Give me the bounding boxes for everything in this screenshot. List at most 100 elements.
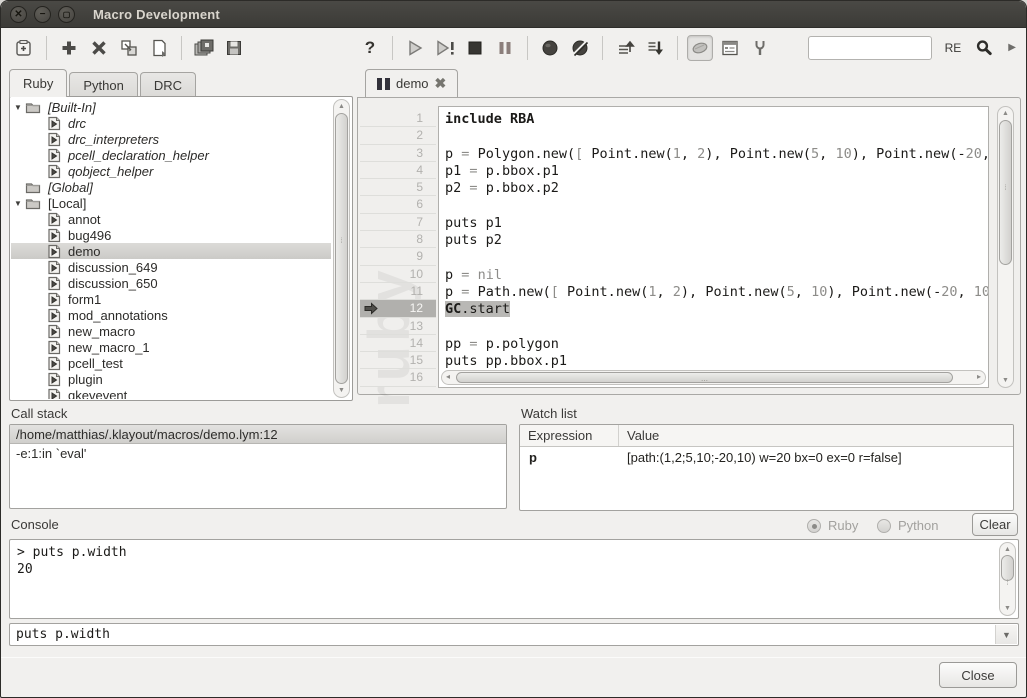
scroll-up-arrow-icon[interactable]: ▲ — [334, 103, 349, 110]
set-breakpoint-button[interactable] — [537, 35, 563, 61]
watch-row[interactable]: p[path:(1,2;5,10;-20,10) w=20 bx=0 ex=0 … — [520, 447, 1013, 468]
editor-gutter[interactable]: 12345678910111213141516 — [360, 110, 436, 387]
tab-ruby[interactable]: Ruby — [9, 69, 67, 97]
import-macro-button[interactable] — [146, 35, 172, 61]
tree-item-discussion_650[interactable]: discussion_650 — [11, 275, 331, 291]
minimize-window-button[interactable]: − — [34, 6, 51, 23]
tree-item-demo[interactable]: demo — [11, 243, 331, 259]
tree-item-annot[interactable]: annot — [11, 211, 331, 227]
properties-button[interactable] — [717, 35, 743, 61]
gutter-line-15[interactable]: 15 — [360, 352, 436, 369]
call-stack-frame[interactable]: -e:1:in `eval' — [10, 444, 506, 463]
close-tab-icon[interactable]: ✖ — [435, 75, 447, 92]
console-output[interactable]: > puts p.width20 ▲ ⁞ ▼ — [9, 539, 1019, 619]
console-input[interactable] — [16, 624, 990, 645]
gutter-line-8[interactable]: 8 — [360, 231, 436, 248]
console-history-dropdown[interactable]: ▼ — [995, 625, 1017, 644]
tree-item-new_macro_1[interactable]: new_macro_1 — [11, 339, 331, 355]
watch-list-table[interactable]: Expression Value p[path:(1,2;5,10;-20,10… — [519, 424, 1014, 511]
watch-column-value: Value — [619, 428, 659, 443]
expander-icon[interactable]: ▼ — [11, 103, 25, 112]
gutter-line-10[interactable]: 10 — [360, 266, 436, 283]
gutter-line-3[interactable]: 3 — [360, 145, 436, 162]
tab-drc[interactable]: DRC — [140, 72, 196, 97]
gutter-line-1[interactable]: 1 — [360, 110, 436, 127]
run-script-from-current-icon — [434, 38, 456, 58]
code-editor: ruby 12345678910111213141516 include RBA… — [357, 97, 1021, 395]
folder-icon — [25, 196, 41, 210]
clear-console-button[interactable]: Clear — [972, 513, 1018, 536]
gutter-line-7[interactable]: 7 — [360, 214, 436, 231]
stop-script-button[interactable] — [462, 35, 488, 61]
gutter-line-2[interactable]: 2 — [360, 127, 436, 144]
editor-horizontal-scrollbar[interactable]: ◂ ⋯ ▸ — [441, 370, 986, 385]
tree-item-bug496[interactable]: bug496 — [11, 227, 331, 243]
tree-item-pcell_declaration_helper[interactable]: pcell_declaration_helper — [11, 147, 331, 163]
tree-item-discussion_649[interactable]: discussion_649 — [11, 259, 331, 275]
save-all-macros-icon — [193, 38, 215, 58]
search-options-arrow-icon[interactable]: ▶ — [1008, 42, 1016, 53]
delete-macro-button[interactable] — [86, 35, 112, 61]
gutter-line-14[interactable]: 14 — [360, 335, 436, 352]
call-stack-frame[interactable]: /home/matthias/.klayout/macros/demo.lym:… — [10, 425, 506, 444]
ruby-radio[interactable]: Ruby — [807, 518, 858, 533]
setup-button[interactable] — [747, 35, 773, 61]
python-radio[interactable]: Python — [877, 518, 938, 533]
tree-item-form1[interactable]: form1 — [11, 291, 331, 307]
macro-tree[interactable]: ▼[Built-In]drcdrc_interpreterspcell_decl… — [11, 99, 331, 399]
toolbar-separator — [46, 36, 47, 60]
tree-item-drc[interactable]: drc — [11, 115, 331, 131]
run-script-from-current-button[interactable] — [432, 35, 458, 61]
scroll-down-arrow-icon[interactable]: ▼ — [334, 387, 349, 394]
editor-vertical-scrollbar[interactable]: ▲ ⁞ ▼ — [997, 106, 1014, 388]
gutter-line-11[interactable]: 11 — [360, 283, 436, 300]
expander-icon[interactable]: ▼ — [11, 199, 25, 208]
code-line-2 — [445, 128, 986, 145]
tab-python[interactable]: Python — [69, 72, 137, 97]
close-window-button[interactable]: ✕ — [10, 6, 27, 23]
new-location-button[interactable] — [11, 35, 37, 61]
gutter-line-13[interactable]: 13 — [360, 318, 436, 335]
call-stack-list[interactable]: /home/matthias/.klayout/macros/demo.lym:… — [9, 424, 507, 509]
close-button[interactable]: Close — [939, 662, 1017, 688]
gutter-line-6[interactable]: 6 — [360, 196, 436, 213]
clear-breakpoints-button[interactable] — [567, 35, 593, 61]
step-into-button[interactable] — [642, 35, 668, 61]
tree-item-qobject_helper[interactable]: qobject_helper — [11, 163, 331, 179]
run-script-button[interactable] — [402, 35, 428, 61]
tree-vertical-scrollbar[interactable]: ▲ ⁞ ▼ — [333, 99, 350, 398]
ruby-language-toggle-button[interactable] — [687, 35, 713, 61]
editor-code-area[interactable]: include RBAp = Polygon.new([ Point.new(1… — [438, 106, 989, 388]
tree-item-global[interactable]: [Global] — [11, 179, 331, 195]
tree-item-qkevevent[interactable]: qkevevent — [11, 387, 331, 399]
gutter-line-5[interactable]: 5 — [360, 179, 436, 196]
gutter-line-12[interactable]: 12 — [360, 300, 436, 317]
rename-macro-button[interactable] — [116, 35, 142, 61]
save-macro-button[interactable] — [221, 35, 247, 61]
save-all-macros-button[interactable] — [191, 35, 217, 61]
add-macro-button[interactable] — [56, 35, 82, 61]
tree-item-pcell_test[interactable]: pcell_test — [11, 355, 331, 371]
search-input[interactable] — [808, 36, 932, 60]
console-vertical-scrollbar[interactable]: ▲ ⁞ ▼ — [999, 542, 1016, 616]
pause-script-button[interactable] — [492, 35, 518, 61]
help-button[interactable]: ? — [357, 35, 383, 61]
tree-item-plugin[interactable]: plugin — [11, 371, 331, 387]
python-radio-icon — [877, 519, 891, 533]
watch-column-expression: Expression — [520, 425, 619, 446]
watch-value: [path:(1,2;5,10;-20,10) w=20 bx=0 ex=0 r… — [619, 450, 902, 465]
gutter-line-4[interactable]: 4 — [360, 162, 436, 179]
tree-item-mod_annotations[interactable]: mod_annotations — [11, 307, 331, 323]
tree-item-drc_interpreters[interactable]: drc_interpreters — [11, 131, 331, 147]
step-over-button[interactable] — [612, 35, 638, 61]
tree-item-new_macro[interactable]: new_macro — [11, 323, 331, 339]
tab-demo[interactable]: demo ✖ — [365, 69, 458, 97]
macro-tree-panel: ▼[Built-In]drcdrc_interpreterspcell_decl… — [9, 96, 353, 401]
maximize-window-button[interactable]: ▢ — [58, 6, 75, 23]
tree-item-local[interactable]: ▼[Local] — [11, 195, 331, 211]
code-line-4: p1 = p.bbox.p1 — [445, 163, 986, 180]
tree-item-built-in[interactable]: ▼[Built-In] — [11, 99, 331, 115]
gutter-line-9[interactable]: 9 — [360, 248, 436, 265]
search-button[interactable] — [971, 35, 997, 61]
gutter-line-16[interactable]: 16 — [360, 369, 436, 386]
